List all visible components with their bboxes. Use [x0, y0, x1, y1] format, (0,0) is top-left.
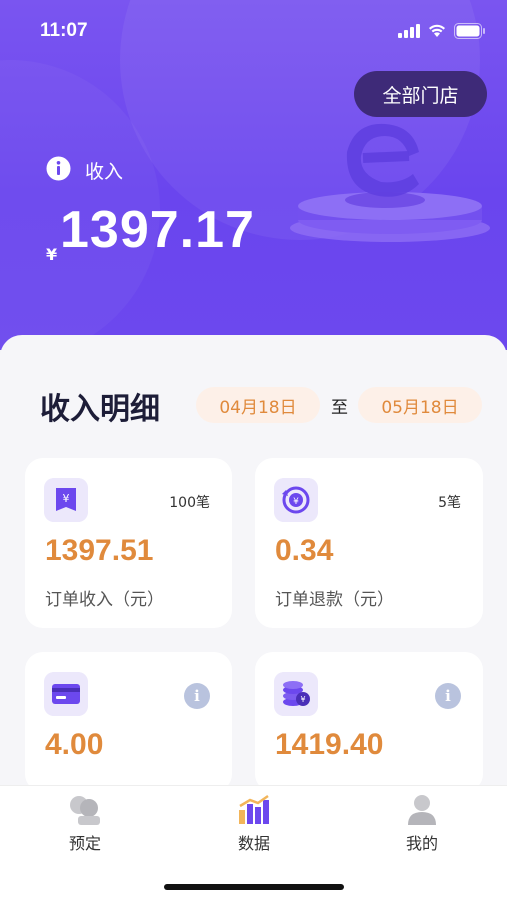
order-refund-card[interactable]: ¥ 5笔 0.34 订单退款（元）	[255, 458, 483, 628]
tab-profile[interactable]: 我的	[372, 786, 472, 856]
home-indicator	[164, 884, 344, 890]
svg-text:¥: ¥	[293, 497, 299, 507]
info-icon[interactable]	[46, 156, 71, 181]
income-header: 11:07 全部门店 收入 ¥ 1397.17	[0, 0, 507, 350]
coins-card[interactable]: ¥ i 1419.40	[255, 652, 483, 792]
yen-receipt-icon: ¥	[44, 478, 88, 522]
order-refund-label: 订单退款（元）	[275, 590, 394, 610]
tab-booking[interactable]: 预定	[35, 786, 135, 856]
svg-text:¥: ¥	[63, 492, 70, 505]
refund-count: 5笔	[438, 495, 461, 511]
svg-text:¥: ¥	[300, 695, 305, 704]
card-payment-card[interactable]: i 4.00	[25, 652, 232, 792]
info-icon[interactable]: i	[184, 683, 210, 709]
income-label: 收入	[85, 161, 124, 183]
order-count: 100笔	[169, 495, 210, 511]
order-refund-value: 0.34	[275, 534, 334, 567]
tab-label: 数据	[237, 834, 270, 853]
coins-value: 1419.40	[275, 728, 384, 761]
date-range-separator: 至	[331, 398, 348, 418]
chart-icon	[239, 794, 269, 824]
card-payment-value: 4.00	[45, 728, 104, 761]
start-date-picker[interactable]: 04月18日	[196, 387, 320, 423]
section-title: 收入明细	[40, 392, 160, 427]
signal-icon	[398, 24, 420, 38]
battery-icon	[454, 23, 485, 39]
info-icon[interactable]: i	[435, 683, 461, 709]
status-bar: 11:07	[0, 0, 507, 60]
wifi-icon	[429, 24, 445, 37]
status-time: 11:07	[40, 20, 88, 41]
currency-symbol: ¥	[46, 245, 58, 264]
refund-icon: ¥	[274, 478, 318, 522]
coins-icon: ¥	[274, 672, 318, 716]
income-total: 1397.17	[60, 201, 255, 259]
card-icon	[44, 672, 88, 716]
tab-bar: 预定 数据 我的	[0, 785, 507, 900]
order-income-card[interactable]: ¥ 100笔 1397.51 订单收入（元）	[25, 458, 232, 628]
order-income-label: 订单收入（元）	[45, 590, 164, 610]
end-date-picker[interactable]: 05月18日	[358, 387, 482, 423]
order-income-value: 1397.51	[45, 534, 154, 567]
coin-illustration	[290, 123, 490, 242]
tab-label: 我的	[405, 834, 438, 853]
tab-label: 预定	[68, 834, 101, 853]
profile-icon	[408, 795, 436, 825]
tab-data[interactable]: 数据	[204, 786, 304, 856]
booking-icon	[70, 796, 100, 825]
